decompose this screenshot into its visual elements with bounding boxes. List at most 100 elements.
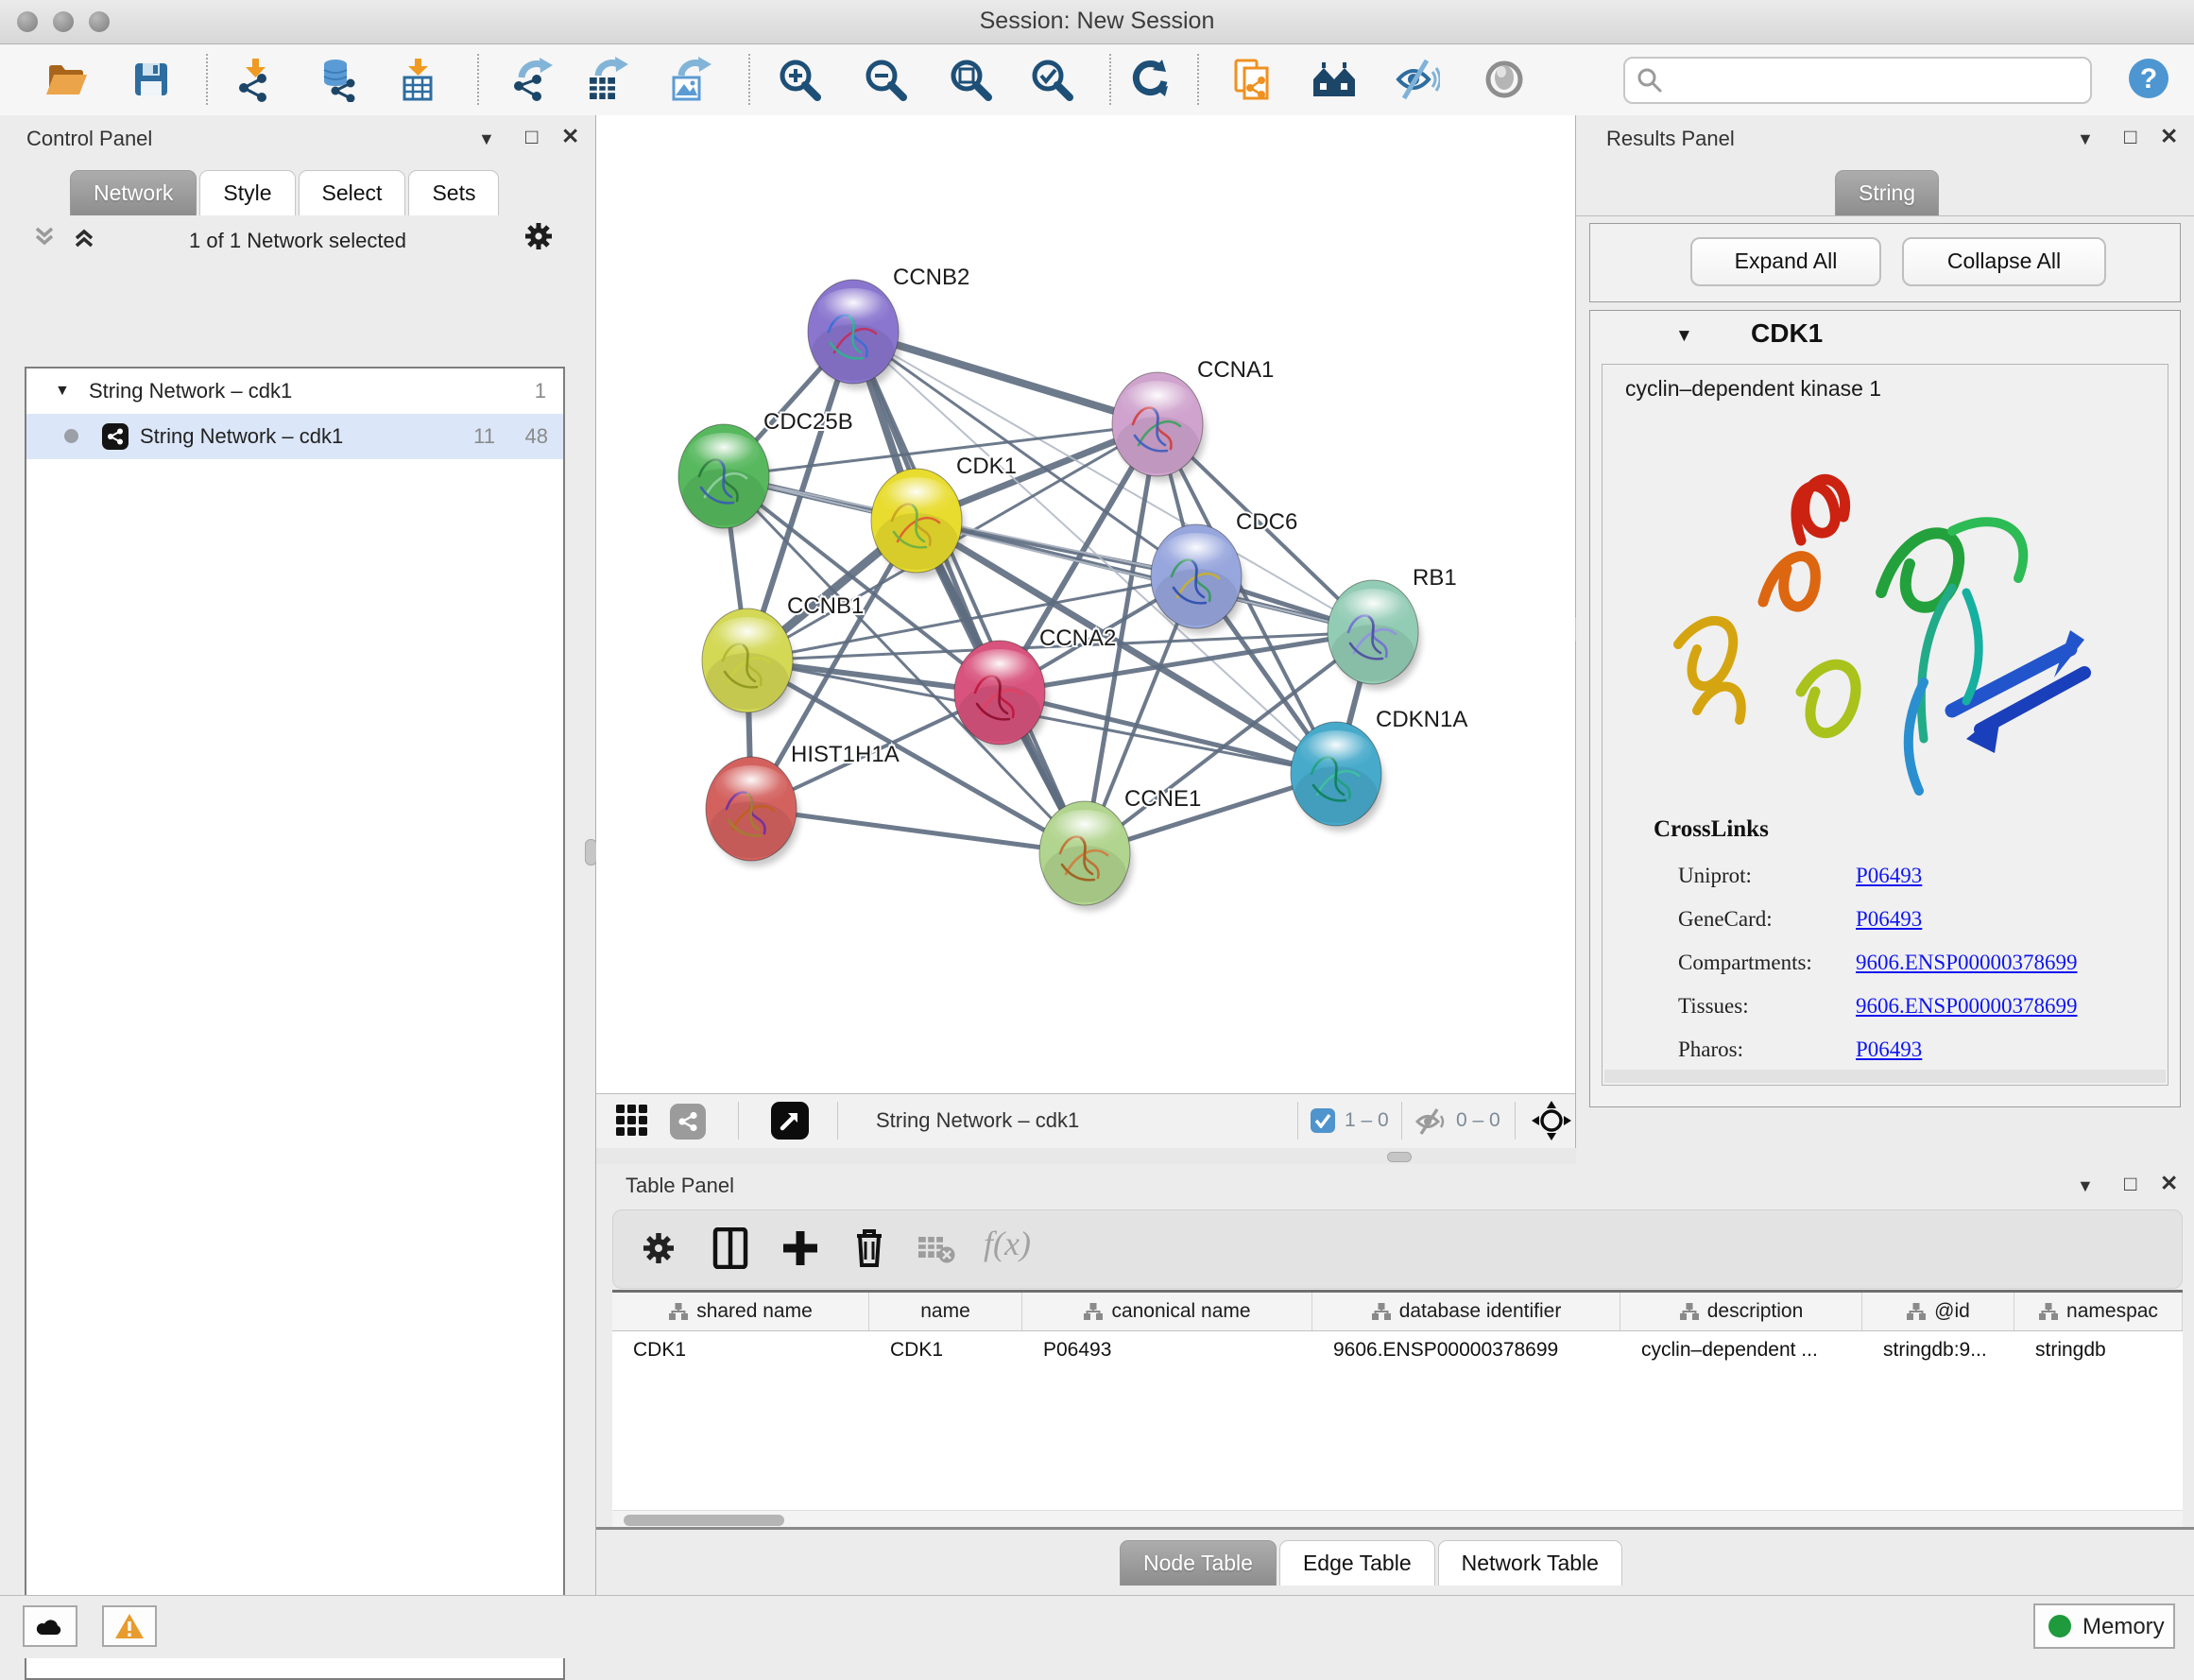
export-network-icon[interactable] [508,57,554,102]
gene-collapse-caret-icon[interactable]: ▼ [1675,326,1693,347]
column-header-namespac[interactable]: namespac [2014,1293,2183,1330]
crosslink-link[interactable]: P06493 [1856,864,1922,887]
delete-table-icon[interactable] [917,1235,955,1268]
network-node-CCNB2[interactable] [808,280,901,389]
protein-structure-image [1640,427,2132,818]
network-collection-label: String Network – cdk1 [89,379,292,403]
control-panel-maximize-icon[interactable]: □ [525,129,538,146]
tab-network[interactable]: Network [70,170,197,215]
network-edge-HIST1H1A-CCNE1[interactable] [751,809,1085,853]
tab-network-table[interactable]: Network Table [1438,1540,1622,1586]
network-node-HIST1H1A[interactable] [706,757,799,866]
cloud-button[interactable] [23,1605,77,1647]
collapse-all-button[interactable]: Collapse All [1902,237,2106,286]
function-builder-icon[interactable]: f(x) [984,1224,1031,1263]
column-header-shared-name[interactable]: shared name [612,1293,869,1330]
column-header-database-identifier[interactable]: database identifier [1312,1293,1620,1330]
network-view-icon[interactable] [670,1104,706,1140]
network-node-RB1[interactable] [1328,580,1421,690]
crosslink-link[interactable]: P06493 [1856,1037,1922,1061]
level-of-detail-icon[interactable] [1482,57,1527,102]
tab-node-table[interactable]: Node Table [1120,1540,1277,1586]
search-input[interactable] [1672,62,2073,98]
refresh-layout-icon[interactable] [1126,57,1172,102]
grid-view-icon[interactable] [615,1104,649,1142]
column-header-description[interactable]: description [1620,1293,1862,1330]
table-cell[interactable]: CDK1 [869,1331,1022,1371]
results-panel-close-icon[interactable]: ✕ [2160,128,2178,145]
tree-collapse-caret-icon[interactable]: ▼ [55,383,70,400]
control-panel-float-icon[interactable]: ▼ [478,130,495,147]
network-options-gear-icon[interactable] [522,219,556,258]
memory-button[interactable]: Memory [2033,1603,2175,1649]
network-canvas[interactable]: CCNB2CCNA1CDC25BCDK1CDC6RB1CCNB1CCNA2CDK… [596,115,1575,1093]
import-network-database-icon[interactable] [315,57,360,102]
window-title: Session: New Session [0,8,2194,35]
table-panel-float-icon[interactable]: ▼ [2077,1177,2094,1194]
table-cell[interactable]: stringdb [2014,1331,2183,1371]
home-icon[interactable] [1311,57,1357,102]
table-panel-close-icon[interactable]: ✕ [2160,1174,2178,1191]
tab-select[interactable]: Select [299,170,406,215]
birds-eye-view-icon[interactable] [771,1102,809,1140]
save-session-icon[interactable] [129,57,174,102]
zoom-selected-icon[interactable] [1029,57,1074,102]
crosslink-link[interactable]: 9606.ENSP00000378699 [1856,951,2078,974]
zoom-in-icon[interactable] [777,57,822,102]
selected-checkbox-icon[interactable] [1311,1108,1335,1133]
column-header-@id[interactable]: @id [1862,1293,2014,1330]
column-header-canonical-name[interactable]: canonical name [1022,1293,1312,1330]
crosslink-link[interactable]: 9606.ENSP00000378699 [1856,994,2078,1018]
add-column-icon[interactable] [781,1229,819,1272]
expand-all-button[interactable]: Expand All [1690,237,1881,286]
network-tree-child-row[interactable]: String Network – cdk1 11 48 [26,414,563,459]
hidden-eye-icon[interactable] [1414,1106,1447,1142]
zoom-fit-content-icon[interactable] [948,57,993,102]
delete-column-icon[interactable] [851,1226,887,1273]
table-gear-icon[interactable] [640,1229,677,1272]
table-cell[interactable]: CDK1 [612,1331,869,1371]
table-panel-maximize-icon[interactable]: □ [2124,1175,2136,1192]
column-header-name[interactable]: name [869,1293,1022,1330]
table-row[interactable]: CDK1CDK1P064939606.ENSP00000378699cyclin… [612,1331,2183,1371]
help-icon[interactable]: ? [2126,56,2171,101]
import-table-file-icon[interactable] [395,57,440,102]
network-node-CCNA2[interactable] [954,641,1048,750]
node-label-RB1: RB1 [1413,565,1457,591]
crosslink-row: Pharos:P06493 [1678,1037,1922,1062]
zoom-out-icon[interactable] [863,57,908,102]
network-tree-root-row[interactable]: ▼ String Network – cdk1 1 [26,369,563,414]
open-session-icon[interactable] [43,57,89,102]
network-edge-CCNB2-CCNE1[interactable] [853,332,1085,853]
tab-edge-table[interactable]: Edge Table [1279,1540,1435,1586]
network-node-CDKN1A[interactable] [1291,722,1384,831]
tab-string[interactable]: String [1835,170,1942,215]
network-node-CCNA1[interactable] [1112,372,1206,482]
table-hscrollbar-thumb[interactable] [624,1515,784,1526]
collapse-all-tree-icon[interactable] [32,225,57,254]
table-cell[interactable]: 9606.ENSP00000378699 [1312,1331,1620,1371]
table-cell[interactable]: stringdb:9... [1862,1331,2014,1371]
warning-button[interactable] [102,1605,157,1647]
network-node-CCNB1[interactable] [702,609,796,718]
export-image-icon[interactable] [666,57,711,102]
import-network-file-icon[interactable] [232,57,278,102]
expand-all-tree-icon[interactable] [72,225,96,254]
string-import-icon[interactable] [1230,57,1276,102]
results-panel-maximize-icon[interactable]: □ [2124,129,2136,146]
results-panel-float-icon[interactable]: ▼ [2077,130,2094,147]
table-splitter-handle[interactable] [1387,1152,1412,1162]
tab-style[interactable]: Style [199,170,295,215]
tab-sets[interactable]: Sets [408,170,499,215]
table-cell[interactable]: P06493 [1022,1331,1312,1371]
table-cell[interactable]: cyclin–dependent ... [1620,1331,1862,1371]
results-hscrollbar[interactable] [1604,1070,2166,1083]
fit-selected-crosshair-icon[interactable] [1532,1101,1571,1145]
show-columns-icon[interactable] [711,1227,749,1274]
crosslink-link[interactable]: P06493 [1856,907,1922,931]
control-panel-close-icon[interactable]: ✕ [561,128,579,145]
export-table-icon[interactable] [583,57,628,102]
network-node-CCNE1[interactable] [1039,801,1133,911]
network-node-CDK1[interactable] [871,469,965,578]
hide-graphics-details-icon[interactable] [1395,57,1440,102]
